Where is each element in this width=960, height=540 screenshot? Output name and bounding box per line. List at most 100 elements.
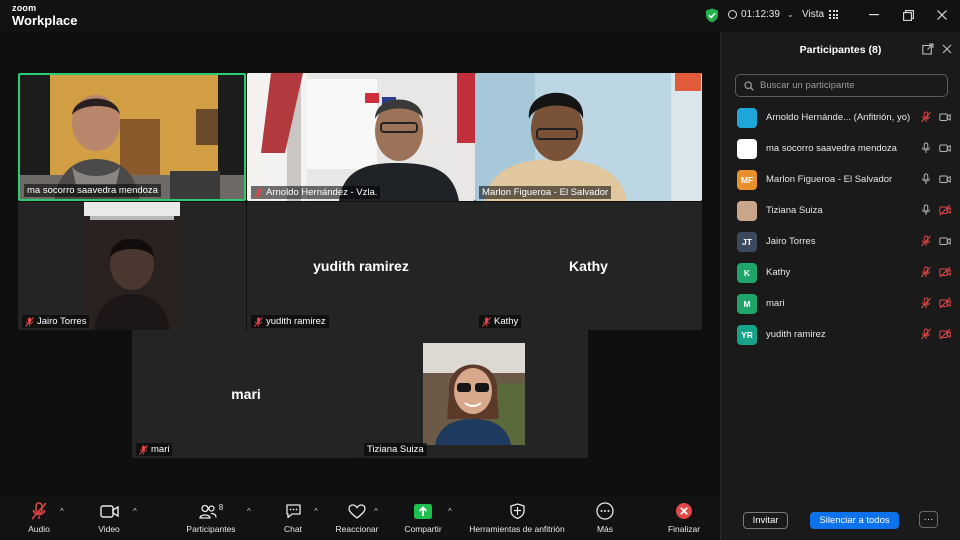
tile-name-label: Marlon Figueroa - El Salvador [479, 186, 612, 199]
video-tile[interactable]: Kathy Kathy [475, 202, 702, 330]
participant-status-icons [920, 266, 951, 278]
react-options-caret[interactable]: ^ [374, 507, 378, 516]
chat-icon [285, 504, 301, 519]
search-input[interactable] [760, 80, 940, 91]
camera-off-icon[interactable] [939, 328, 951, 340]
participant-name: yudith ramirez [766, 329, 826, 340]
video-button[interactable]: Video [92, 501, 126, 534]
video-tile[interactable]: mari mari [132, 330, 360, 458]
chat-button[interactable]: Chat [281, 501, 305, 534]
close-window-button[interactable] [932, 6, 952, 24]
participant-row[interactable]: YR yudith ramirez [721, 319, 960, 350]
camera-off-icon[interactable] [939, 204, 951, 216]
chat-label: Chat [284, 524, 302, 534]
tile-display-name: mari [231, 386, 261, 402]
participant-status-icons [920, 328, 951, 340]
camera-icon[interactable] [939, 235, 951, 247]
audio-button[interactable]: Audio [22, 501, 56, 534]
restore-button[interactable] [898, 6, 918, 24]
participant-status-icons [920, 235, 951, 247]
participant-row[interactable]: Tiziana Suiza [721, 195, 960, 226]
search-participant-field[interactable] [735, 74, 948, 97]
close-panel-icon[interactable] [941, 43, 953, 55]
react-label: Reaccionar [335, 524, 379, 534]
camera-icon[interactable] [939, 111, 951, 123]
tile-name: Kathy [494, 316, 519, 327]
participant-video [475, 73, 702, 201]
camera-icon[interactable] [939, 173, 951, 185]
video-tile[interactable]: Marlon Figueroa - El Salvador [475, 73, 702, 201]
participant-row[interactable]: Mmari [721, 288, 960, 319]
more-button[interactable]: Más [593, 501, 617, 534]
participant-row[interactable]: Arnoldo Hernánde... (Anfitrión, yo) [721, 102, 960, 133]
share-options-caret[interactable]: ^ [448, 507, 452, 516]
meeting-timer[interactable]: 01:12:39 ⌄ [728, 9, 794, 20]
participants-label: Participantes [186, 524, 236, 534]
participant-status-icons [920, 111, 951, 123]
view-button[interactable]: Vista [802, 9, 839, 20]
audio-options-caret[interactable]: ^ [60, 507, 64, 516]
mic-icon[interactable] [920, 173, 932, 185]
mic-muted-icon[interactable] [920, 297, 932, 309]
title-bar: zoom Workplace 01:12:39 ⌄ Vista [0, 0, 960, 32]
participants-options-caret[interactable]: ^ [247, 507, 251, 516]
host-tools-label: Herramientas de anfitrión [469, 524, 565, 534]
participant-name: ma socorro saavedra mendoza [766, 143, 897, 154]
end-meeting-button[interactable]: Finalizar [664, 501, 704, 534]
mic-muted-icon[interactable] [920, 111, 932, 123]
video-options-caret[interactable]: ^ [133, 507, 137, 516]
react-button[interactable]: Reaccionar [333, 501, 381, 534]
timer-text: 01:12:39 [741, 9, 780, 20]
security-shield-icon[interactable] [705, 8, 719, 23]
mic-muted-icon [31, 502, 47, 520]
chat-options-caret[interactable]: ^ [314, 507, 318, 516]
mute-all-button[interactable]: Silenciar a todos [810, 512, 899, 529]
participant-row[interactable]: K Kathy [721, 257, 960, 288]
video-tile[interactable]: ma socorro saavedra mendoza [18, 73, 246, 201]
video-tile[interactable]: Jairo Torres [18, 202, 246, 330]
camera-off-icon[interactable] [939, 266, 951, 278]
tile-name: yudith ramirez [266, 316, 326, 327]
video-tile[interactable]: yudith ramirez yudith ramirez [247, 202, 475, 330]
mic-muted-icon[interactable] [920, 328, 932, 340]
avatar-initials: K [743, 267, 751, 278]
participant-name: Marlon Figueroa - El Salvador [766, 174, 893, 185]
invite-button[interactable]: Invitar [743, 512, 788, 529]
heart-icon [348, 503, 366, 519]
tile-name: mari [151, 444, 170, 455]
camera-off-icon[interactable] [939, 297, 951, 309]
participant-name: Jairo Torres [766, 236, 816, 247]
participants-icon [199, 504, 217, 519]
video-gallery: ma socorro saavedra mendoza Arnoldo Hern… [0, 32, 720, 496]
participant-name: Tiziana Suiza [766, 205, 823, 216]
host-tools-button[interactable]: Herramientas de anfitrión [465, 501, 569, 534]
participant-status-icons [920, 142, 951, 154]
participant-row[interactable]: JT Jairo Torres [721, 226, 960, 257]
participant-name: mari [766, 298, 785, 309]
mic-icon[interactable] [920, 142, 932, 154]
mic-icon[interactable] [920, 204, 932, 216]
participants-button[interactable]: 8 Participantes [182, 501, 240, 535]
participant-row[interactable]: MF Marlon Figueroa - El Salvador [721, 164, 960, 195]
avatar-initials: M [743, 298, 751, 309]
camera-icon[interactable] [939, 142, 951, 154]
audio-label: Audio [28, 524, 50, 534]
share-screen-icon [414, 503, 432, 519]
video-tile[interactable]: Arnoldo Hernández - Vzla. [247, 73, 475, 201]
logo-brand-bottom: Workplace [12, 13, 78, 28]
video-label: Video [98, 524, 120, 534]
logo-brand-top: zoom [12, 3, 37, 13]
participant-row[interactable]: ma socorro saavedra mendoza [721, 133, 960, 164]
participants-panel: Participantes (8) Arnoldo Hernánde... (A… [720, 32, 960, 540]
mic-muted-icon[interactable] [920, 266, 932, 278]
video-tile[interactable]: Tiziana Suiza [360, 330, 588, 458]
tile-name-label: Jairo Torres [22, 315, 90, 328]
view-label: Vista [802, 9, 825, 20]
clock-icon [728, 10, 737, 19]
host-shield-icon [509, 503, 525, 519]
pop-out-icon[interactable] [922, 43, 934, 55]
share-button[interactable]: Compartir [401, 501, 445, 534]
minimize-button[interactable] [864, 6, 884, 24]
mic-muted-icon[interactable] [920, 235, 932, 247]
more-options-button[interactable]: ··· [919, 511, 938, 528]
